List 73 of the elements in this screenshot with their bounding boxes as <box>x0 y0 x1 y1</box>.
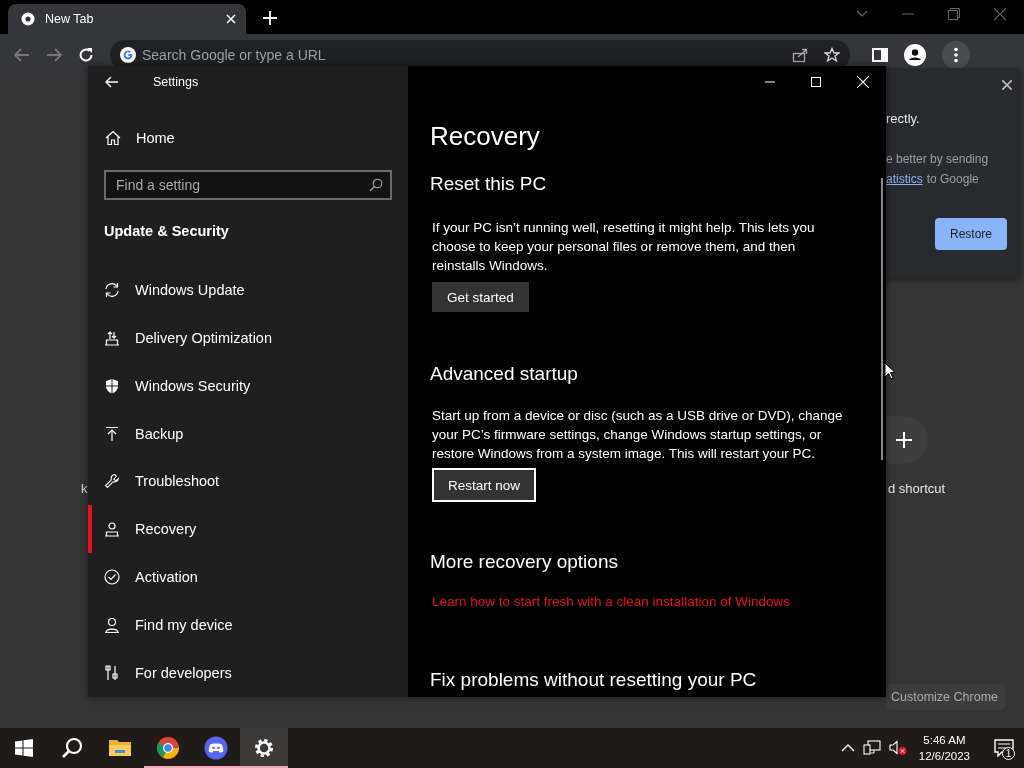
taskbar-app[interactable] <box>240 728 288 768</box>
sync-icon <box>104 281 120 298</box>
new-tab-icon[interactable] <box>263 11 277 25</box>
nav-item[interactable]: Find my device <box>88 601 408 650</box>
home-icon <box>105 129 121 146</box>
nav-item[interactable]: Troubleshoot <box>88 457 408 506</box>
action-button[interactable]: Restart now <box>432 468 537 502</box>
search-field[interactable]: Find a setting <box>104 169 392 200</box>
tray-person-icon <box>104 521 120 538</box>
wrench-icon <box>104 473 120 490</box>
description-text: Start up from a device or disc (such as a USB drive or DVD), change your PC’s firmware settings, change Windows startup settings, or restore Windows from a system image. This will restart your PC. <box>432 407 844 463</box>
forward-arrow-icon[interactable] <box>46 48 62 62</box>
windows-logo-icon <box>15 739 33 757</box>
address-input[interactable]: Search Google or type a URL <box>142 45 742 65</box>
add-shortcut-button[interactable] <box>886 416 928 464</box>
scrollbar[interactable] <box>881 178 883 460</box>
nav-item[interactable]: Windows Security <box>88 361 408 410</box>
search-icon <box>61 737 83 759</box>
shortcut-label: k <box>81 481 88 496</box>
side-panel-icon[interactable] <box>872 47 888 63</box>
window-title: Settings <box>153 74 199 89</box>
reload-icon[interactable] <box>78 47 94 63</box>
section-title: Reset this PC <box>430 172 548 196</box>
restore-icon[interactable] <box>948 8 960 20</box>
section-title: Advanced startup <box>430 362 579 386</box>
statistics-link[interactable]: atistics <box>886 172 923 186</box>
nav-item[interactable]: Backup <box>88 409 408 458</box>
close-icon[interactable] <box>1002 80 1012 90</box>
tools-icon <box>104 665 120 682</box>
section-title: More recovery options <box>430 550 619 574</box>
nav-item[interactable]: Windows Update <box>88 265 408 314</box>
nav-item[interactable]: Delivery Optimization <box>88 313 408 362</box>
popup-text: e better by sending <box>886 152 989 166</box>
star-icon[interactable] <box>824 47 840 63</box>
popup-text: rectly. <box>886 111 920 126</box>
chevron-down-icon[interactable] <box>856 10 868 18</box>
chrome-icon <box>156 736 180 760</box>
section-title: Fix problems without resetting your PC <box>430 668 758 692</box>
share-icon[interactable] <box>792 47 808 63</box>
person-icon <box>104 617 120 634</box>
chrome-icon <box>21 12 35 26</box>
shortcut-label: d shortcut <box>888 481 946 496</box>
profile-icon[interactable] <box>904 44 926 66</box>
network-icon[interactable] <box>862 740 881 756</box>
gear-icon <box>252 736 276 760</box>
chevron-up-icon[interactable] <box>840 744 855 752</box>
customize-button[interactable]: Customize Chrome <box>886 684 1006 710</box>
maximize-icon[interactable] <box>811 77 821 87</box>
upload-tray-icon <box>104 329 120 346</box>
notifications-button[interactable]: 1 <box>984 728 1024 768</box>
section-heading: Update & Security <box>104 221 230 241</box>
clock[interactable]: 5:46 AM 12/6/2023 <box>918 732 970 764</box>
notification-count: 1 <box>1002 747 1015 760</box>
search-icon <box>369 177 383 192</box>
plus-icon <box>896 432 912 448</box>
page-heading: Recovery <box>430 120 541 153</box>
browser-tab[interactable]: New Tab <box>8 4 246 34</box>
nav-item[interactable]: For developers <box>88 649 408 697</box>
restore-button[interactable]: Restore <box>935 218 1007 250</box>
home-link[interactable]: Home <box>88 113 408 162</box>
muted-speaker-icon[interactable] <box>888 740 907 756</box>
more-menu-icon[interactable] <box>942 41 970 69</box>
action-button[interactable]: Get started <box>432 282 529 312</box>
message-icon <box>994 739 1014 757</box>
check-circle-icon <box>104 569 120 586</box>
description-text: If your PC isn’t running well, resetting it might help. This lets you choose to keep your personal files or remove them, and then reinstalls Windows. <box>432 219 816 275</box>
help-link[interactable]: Learn how to start fresh with a clean installation of Windows <box>432 594 790 609</box>
popup-text: to Google <box>926 172 979 186</box>
up-arrow-icon <box>104 425 120 442</box>
game-controller-icon <box>204 736 228 760</box>
nav-item[interactable]: Activation <box>88 553 408 602</box>
shield-icon <box>104 377 120 394</box>
google-icon <box>120 47 136 63</box>
